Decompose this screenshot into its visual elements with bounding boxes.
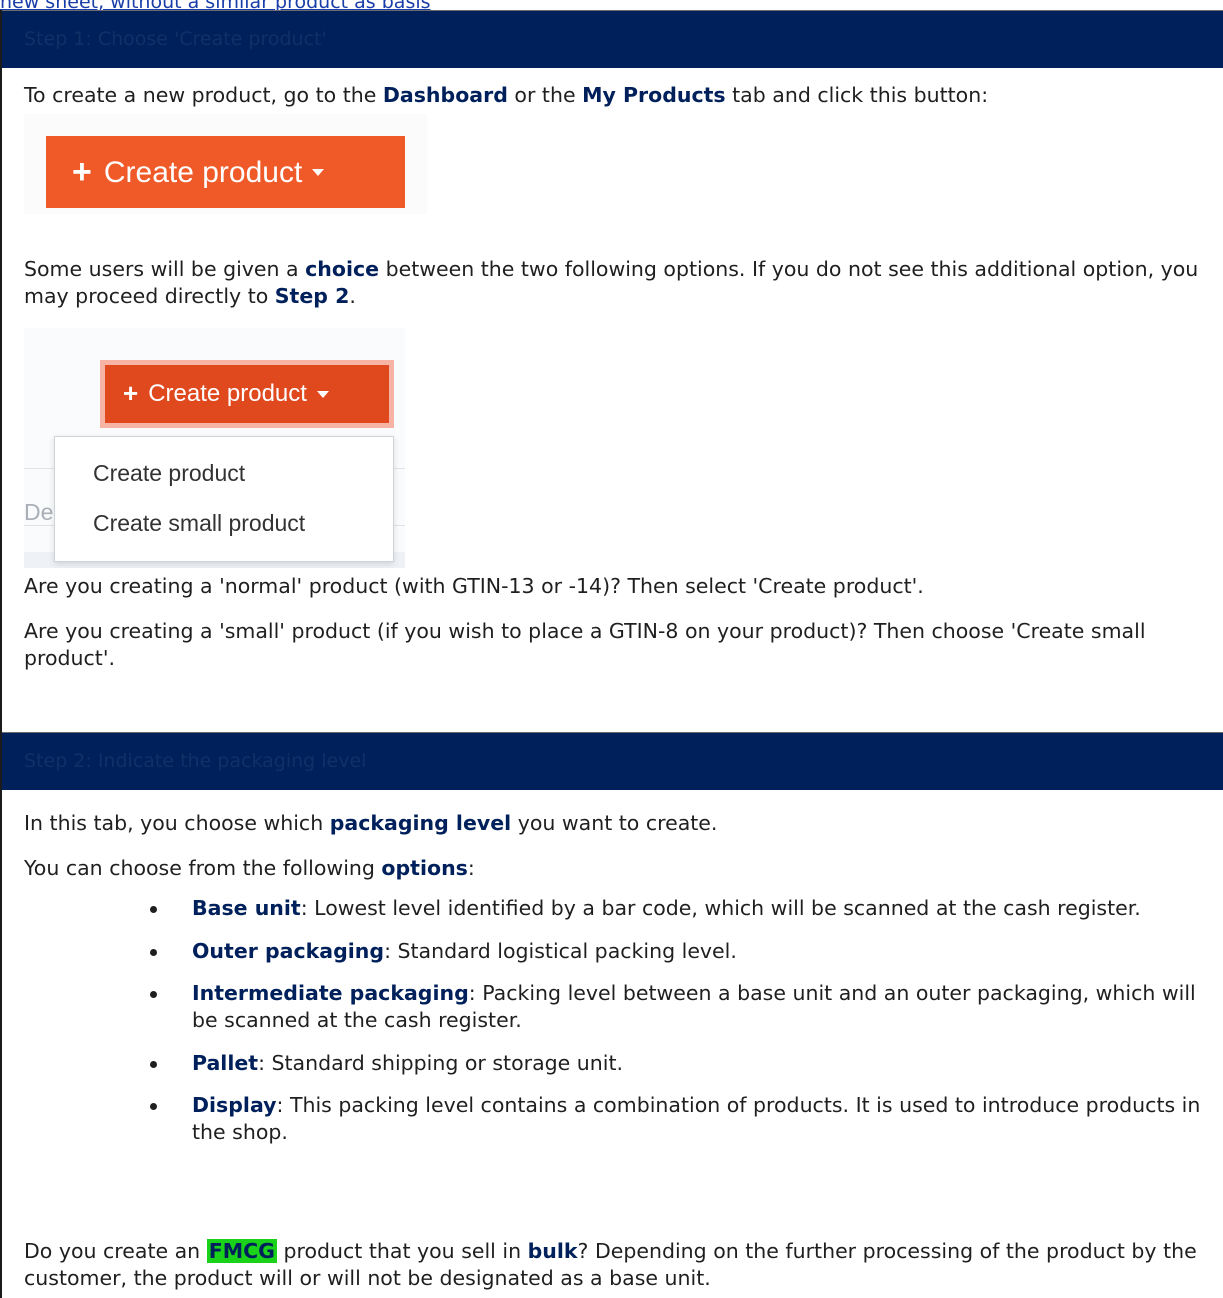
- step1-choice: Some users will be given a choice betwee…: [24, 256, 1214, 309]
- bulk-term: bulk: [527, 1239, 578, 1263]
- option-name: Intermediate packaging: [192, 981, 469, 1006]
- my-products-term: My Products: [582, 83, 726, 107]
- option-name: Outer packaging: [192, 938, 385, 963]
- choice-text: Some users will be given a: [24, 257, 306, 281]
- choice-term: choice: [305, 257, 380, 281]
- step2-title: Step 2: Indicate the packaging level: [24, 750, 367, 772]
- options-term: options: [381, 856, 468, 880]
- menu-item-create-product[interactable]: Create product: [93, 459, 245, 489]
- fmcg-text: Do you create an FMCG product that you s…: [24, 1238, 1219, 1291]
- menu-item-create-small-product[interactable]: Create small product: [93, 509, 305, 539]
- option-desc: : Standard logistical packing level.: [384, 938, 737, 963]
- document-frame: Step 1: Choose 'Create product' To creat…: [0, 10, 1223, 1298]
- dropdown-menu: Create product Create small product: [54, 436, 394, 562]
- normal-product-text: Are you creating a 'normal' product (wit…: [24, 574, 924, 598]
- dropdown-screenshot: De + Create product Create product Creat…: [24, 328, 405, 568]
- dashboard-term: Dashboard: [382, 83, 508, 107]
- packaging-options-list: Base unit: Lowest level identified by a …: [150, 895, 1210, 1161]
- option-desc: : Standard shipping or storage unit.: [258, 1050, 624, 1075]
- background-text: De: [24, 499, 54, 525]
- create-product-button[interactable]: + Create product: [46, 136, 405, 208]
- caret-down-icon: [316, 390, 329, 398]
- caret-down-icon: [312, 168, 325, 176]
- step2-tab-text: In this tab, you choose which packaging …: [24, 810, 1214, 837]
- step1-header: Step 1: Choose 'Create product': [2, 10, 1223, 68]
- create-product-dropdown-button[interactable]: + Create product: [100, 360, 394, 428]
- step2-header: Step 2: Indicate the packaging level: [2, 732, 1223, 790]
- tab-text: In this tab, you choose which: [24, 811, 330, 835]
- option-name: Base unit: [192, 896, 301, 920]
- fmcg-text-part: product that you sell in: [276, 1239, 528, 1263]
- options-text: You can choose from the following: [24, 856, 382, 880]
- intro-text: tab and click this button:: [725, 83, 989, 107]
- step2-term: Step 2: [274, 283, 350, 308]
- create-product-screenshot: + Create product: [24, 114, 427, 214]
- intro-text: To create a new product, go to the: [24, 83, 383, 107]
- choice-text: .: [349, 283, 356, 308]
- plus-icon: +: [72, 152, 92, 191]
- step1-intro: To create a new product, go to the Dashb…: [24, 82, 1214, 109]
- small-product-text: Are you creating a 'small' product (if y…: [24, 619, 1146, 670]
- option-name: Display: [192, 1093, 277, 1118]
- options-text: :: [467, 856, 475, 880]
- dropdown-button-label: Create product: [148, 380, 307, 408]
- packaging-level-term: packaging level: [329, 811, 512, 835]
- option-name: Pallet: [192, 1050, 259, 1075]
- top-link[interactable]: new sheet, without a similar product as …: [0, 0, 600, 10]
- create-product-label: Create product: [103, 155, 303, 189]
- option-desc: : Lowest level identified by a bar code,…: [300, 896, 1141, 920]
- list-item: Intermediate packaging: Packing level be…: [150, 980, 1210, 1033]
- tab-text: you want to create.: [511, 811, 718, 835]
- intro-text: or the: [507, 83, 583, 107]
- list-item: Pallet: Standard shipping or storage uni…: [150, 1050, 1210, 1077]
- list-item: Base unit: Lowest level identified by a …: [150, 895, 1210, 922]
- fmcg-highlight: FMCG: [206, 1239, 277, 1263]
- list-item: Outer packaging: Standard logistical pac…: [150, 938, 1210, 965]
- step2-options-intro: You can choose from the following option…: [24, 855, 1214, 882]
- plus-icon: +: [123, 378, 139, 409]
- fmcg-text-part: Do you create an: [24, 1239, 207, 1263]
- step1-title: Step 1: Choose 'Create product': [24, 28, 327, 50]
- option-desc: : This packing level contains a combinat…: [192, 1093, 1201, 1144]
- list-item: Display: This packing level contains a c…: [150, 1092, 1210, 1145]
